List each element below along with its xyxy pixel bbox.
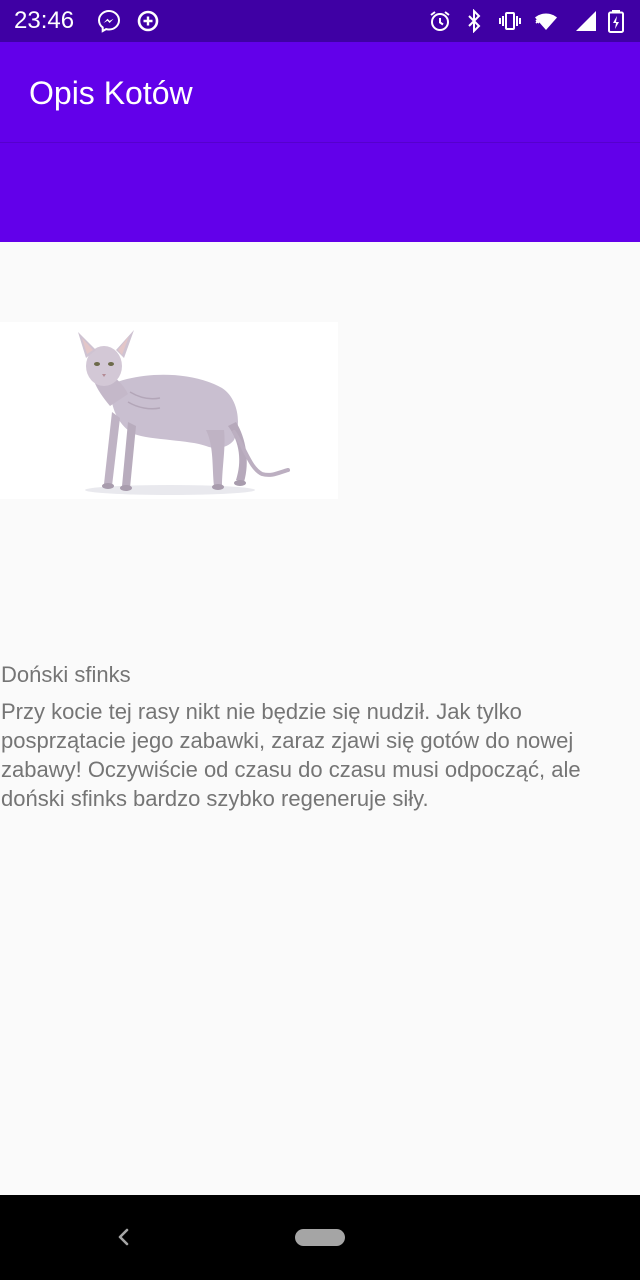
- app-bar: Opis Kotów: [0, 42, 640, 242]
- navigation-bar: [0, 1195, 640, 1280]
- cell-signal-icon: [574, 9, 598, 33]
- messenger-icon: [97, 9, 121, 33]
- vibrate-icon: [498, 9, 522, 33]
- bluetooth-icon: [462, 9, 486, 33]
- app-bar-divider: [0, 142, 640, 143]
- status-time: 23:46: [14, 7, 75, 34]
- breed-name: Doński sfinks: [1, 662, 131, 687]
- back-icon[interactable]: [110, 1223, 138, 1251]
- battery-charging-icon: [606, 9, 626, 33]
- breed-description: Przy kocie tej rasy nikt nie będzie się …: [1, 699, 581, 811]
- status-bar: 23:46: [0, 0, 640, 42]
- alarm-icon: [428, 9, 452, 33]
- cat-image: [0, 322, 338, 499]
- home-pill-icon[interactable]: [295, 1229, 345, 1246]
- wifi-icon: [534, 9, 558, 33]
- data-saver-icon: [136, 9, 160, 33]
- app-title: Opis Kotów: [29, 75, 193, 111]
